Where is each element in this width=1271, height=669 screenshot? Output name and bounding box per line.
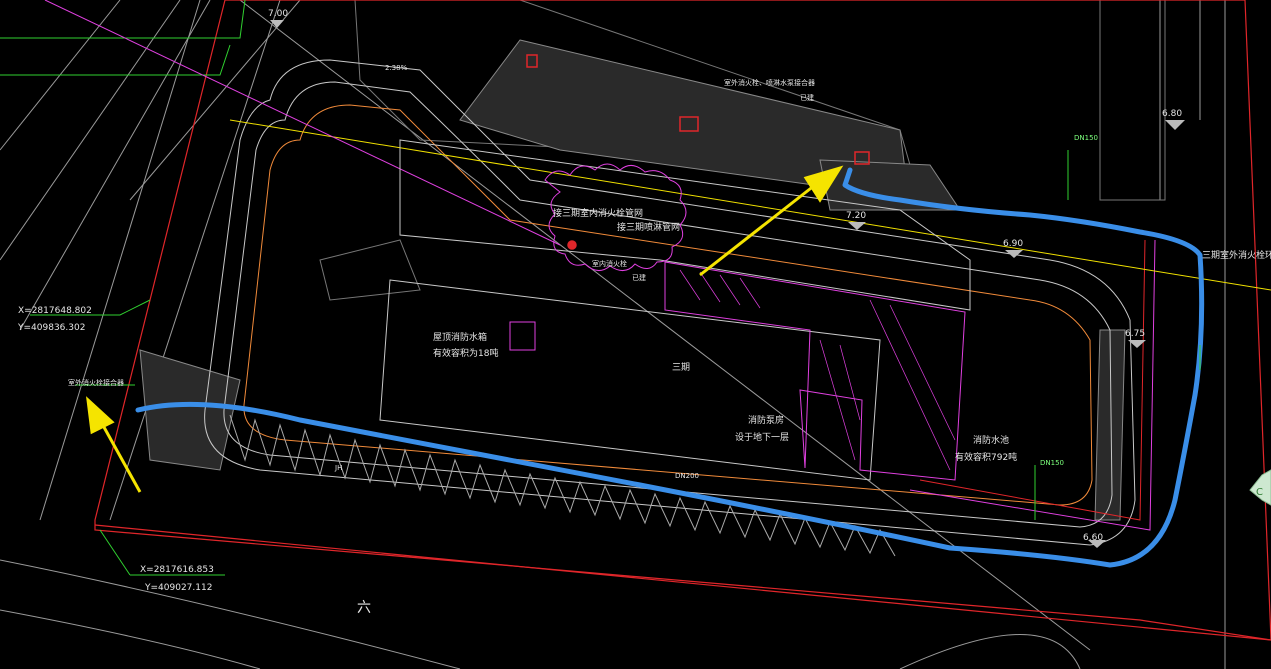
outdoor-loop-label: 三期室外消火栓环网 — [1202, 249, 1271, 261]
svg-text:C: C — [1256, 487, 1263, 498]
pool-volume: 有效容积792吨 — [955, 451, 1017, 463]
slope-hatch — [229, 414, 896, 557]
elev-5: 6.75 — [1125, 329, 1145, 339]
slope-note: 2.38% — [385, 64, 408, 72]
adapter-top-label: 室外消火栓、喷淋水泵接合器 — [724, 78, 815, 87]
phase-label: 三期 — [672, 362, 690, 373]
roof-tank-volume: 有效容积为18吨 — [433, 347, 498, 359]
pump-room-location: 设于地下一层 — [735, 431, 789, 443]
green-leaders — [0, 0, 246, 576]
pipe-jh-tag: JH — [334, 464, 342, 472]
elev-3: 7.20 — [846, 211, 866, 221]
elev-1: 7.00 — [268, 9, 288, 19]
arrow-up-left — [98, 419, 142, 493]
magenta-hatch — [509, 261, 966, 481]
roof-tank-label: 屋顶消防水箱 — [433, 331, 487, 343]
elev-6: 6.60 — [1083, 533, 1103, 543]
arrow-up-left-head — [86, 396, 115, 435]
pipe-dn200-tag: DN200 — [675, 472, 699, 480]
coord-2-y: Y=409027.112 — [144, 583, 212, 593]
cad-site-plan: X=2817648.802 Y=409836.302 X=2817616.853… — [0, 0, 1271, 669]
indoor-riser-label: 室内消火栓 — [592, 259, 627, 268]
coord-1-x: X=2817648.802 — [18, 306, 92, 316]
coord-2-x: X=2817616.853 — [140, 565, 214, 575]
connect-hydrant-label: 接三期室内消火栓管网 — [553, 207, 643, 219]
pool-label: 消防水池 — [973, 434, 1009, 446]
magenta-hatch-lines — [679, 269, 956, 471]
pump-room-label: 消防泵房 — [748, 414, 784, 426]
connect-spray-label: 接三期喷淋管网 — [617, 221, 680, 233]
block-six-label: 六 — [357, 600, 371, 616]
pipe-dn150-tag: DN150 — [1074, 134, 1098, 142]
corner-badge: C — [1249, 469, 1271, 506]
pipe-dn150-tag-2: DN150 — [1040, 459, 1064, 467]
elev-2: 6.80 — [1162, 109, 1182, 119]
coord-1-y: Y=409836.302 — [17, 323, 85, 333]
built-top-label: 已建 — [800, 93, 814, 102]
built-mid-label: 已建 — [632, 273, 646, 282]
elev-4: 6.90 — [1003, 239, 1023, 249]
adapter-left-label: 室外消火栓接合器 — [68, 378, 124, 387]
